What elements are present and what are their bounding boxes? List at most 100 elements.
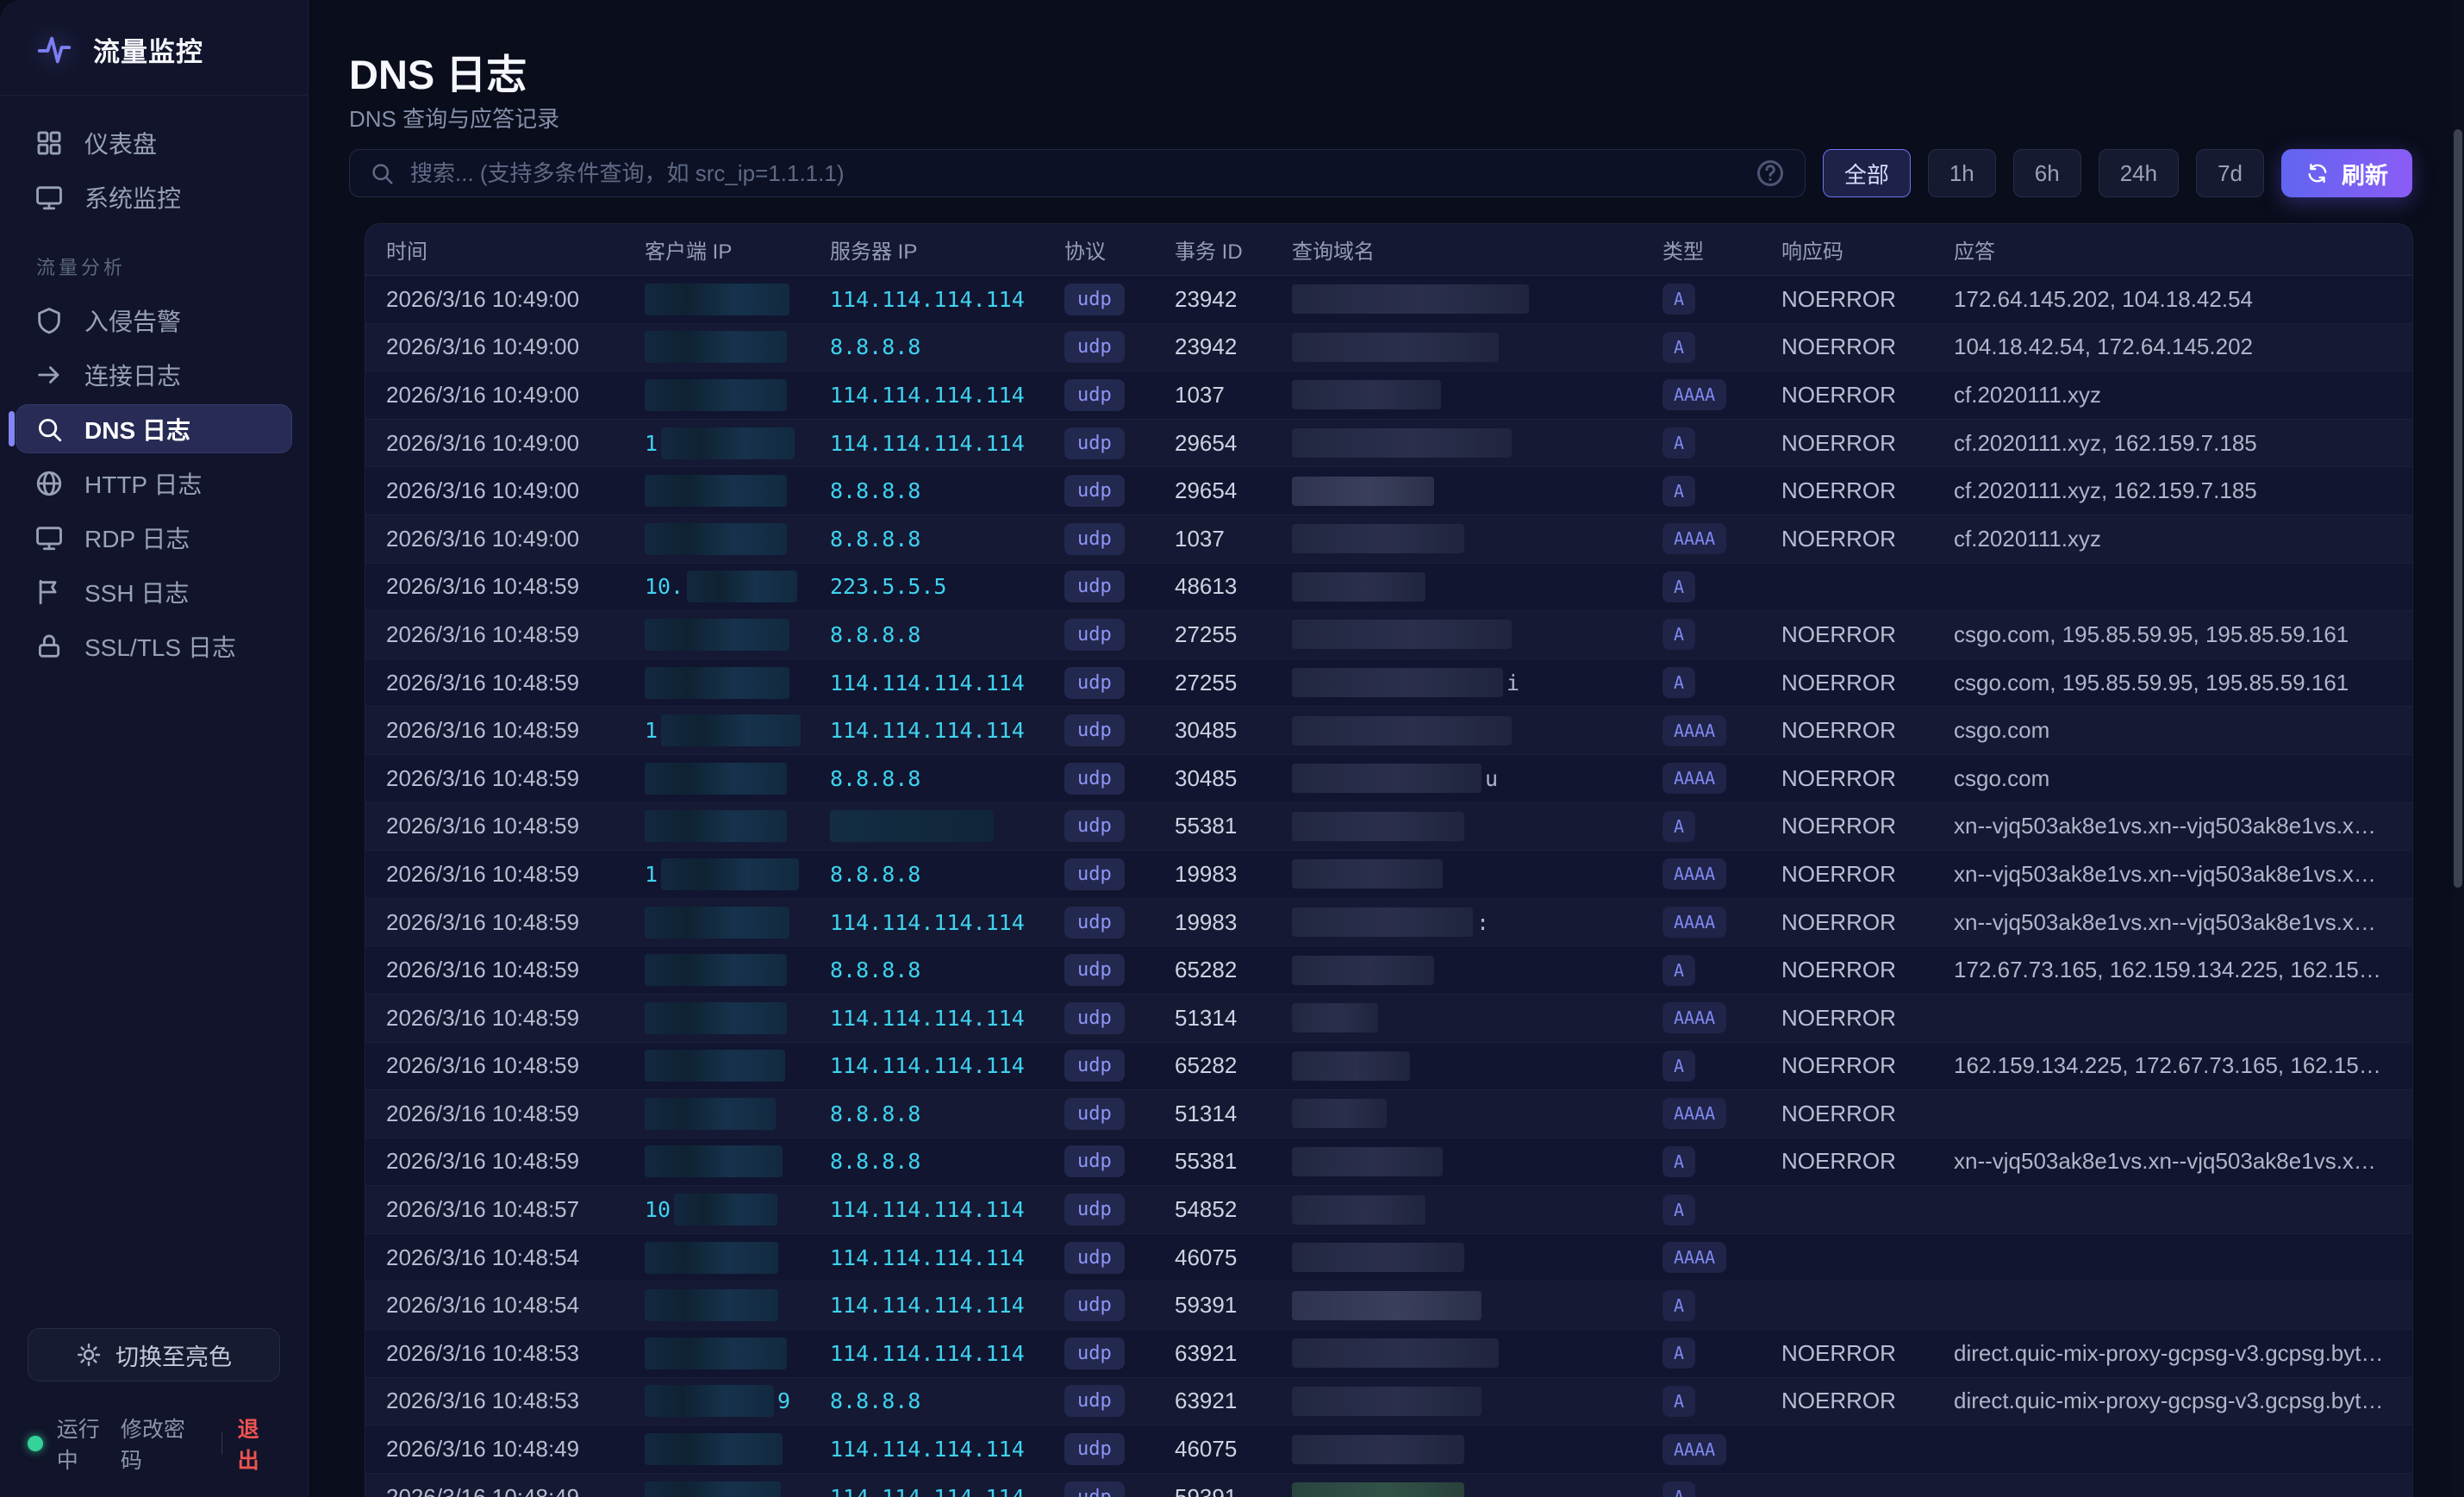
cell-query-domain xyxy=(1292,1195,1662,1225)
cell-record-type: A xyxy=(1662,332,1781,363)
cell-time: 2026/3/16 10:48:59 xyxy=(386,1101,645,1127)
cell-record-type: AAAA xyxy=(1662,1434,1781,1465)
time-filter-全部[interactable]: 全部 xyxy=(1823,149,1911,197)
sidebar-item-label: DNS 日志 xyxy=(84,412,190,446)
cell-record-type: A xyxy=(1662,1194,1781,1226)
protocol-badge: udp xyxy=(1064,571,1125,602)
table-row[interactable]: 2026/3/16 10:49:008.8.8.8udp29654ANOERRO… xyxy=(365,467,2412,515)
table-row[interactable]: 2026/3/16 10:49:001114.114.114.114udp296… xyxy=(365,420,2412,468)
table-row[interactable]: 2026/3/16 10:48:49114.114.114.114udp4607… xyxy=(365,1425,2412,1474)
sidebar-item-http-日志[interactable]: HTTP 日志 xyxy=(16,458,292,508)
scrollbar-thumb[interactable] xyxy=(2454,129,2462,888)
change-password-link[interactable]: 修改密码 xyxy=(121,1413,206,1475)
table-row[interactable]: 2026/3/16 10:48:59udp55381ANOERRORxn--vj… xyxy=(365,803,2412,851)
cell-answer: 172.67.73.165, 162.159.134.225, 162.159.… xyxy=(1954,957,2412,983)
time-filter-24h[interactable]: 24h xyxy=(2099,149,2179,197)
cell-query-domain xyxy=(1292,1482,1662,1497)
cell-server-ip: 114.114.114.114 xyxy=(830,671,1064,695)
cell-protocol: udp xyxy=(1064,1385,1175,1417)
sidebar-item-ssl/tls-日志[interactable]: SSL/TLS 日志 xyxy=(16,621,292,671)
cell-protocol: udp xyxy=(1064,1242,1175,1274)
table-row[interactable]: 2026/3/16 10:48:598.8.8.8udp27255ANOERRO… xyxy=(365,611,2412,659)
record-type-badge: A xyxy=(1662,332,1695,363)
table-row[interactable]: 2026/3/16 10:48:598.8.8.8udp65282ANOERRO… xyxy=(365,946,2412,995)
protocol-badge: udp xyxy=(1064,810,1125,842)
table-row[interactable]: 2026/3/16 10:48:59114.114.114.114udp5131… xyxy=(365,995,2412,1043)
client-ip-redacted xyxy=(645,1145,783,1177)
time-filter-7d[interactable]: 7d xyxy=(2196,149,2264,197)
record-type-badge: A xyxy=(1662,667,1695,698)
table-row[interactable]: 2026/3/16 10:48:598.8.8.8udp51314AAAANOE… xyxy=(365,1090,2412,1138)
cell-record-type: AAAA xyxy=(1662,1242,1781,1273)
table-row[interactable]: 2026/3/16 10:48:5918.8.8.8udp19983AAAANO… xyxy=(365,851,2412,899)
table-row[interactable]: 2026/3/16 10:48:53114.114.114.114udp6392… xyxy=(365,1330,2412,1378)
cell-response-code: NOERROR xyxy=(1781,1052,1954,1079)
client-ip-redacted xyxy=(645,667,789,699)
table-row[interactable]: 2026/3/16 10:48:591114.114.114.114udp304… xyxy=(365,707,2412,755)
protocol-badge: udp xyxy=(1064,714,1125,746)
protocol-badge: udp xyxy=(1064,1194,1125,1226)
page-title: DNS 日志 xyxy=(349,41,527,101)
sidebar-item-入侵告警[interactable]: 入侵告警 xyxy=(16,296,292,345)
sidebar-item-label: SSH 日志 xyxy=(84,575,189,609)
sidebar-item-rdp-日志[interactable]: RDP 日志 xyxy=(16,513,292,562)
table-row[interactable]: 2026/3/16 10:49:00114.114.114.114udp2394… xyxy=(365,276,2412,324)
search-box[interactable] xyxy=(349,149,1806,197)
table-row[interactable]: 2026/3/16 10:49:008.8.8.8udp23942ANOERRO… xyxy=(365,324,2412,372)
table-row[interactable]: 2026/3/16 10:49:008.8.8.8udp1037AAAANOER… xyxy=(365,515,2412,564)
table-row[interactable]: 2026/3/16 10:48:5910.223.5.5.5udp48613A xyxy=(365,564,2412,612)
cell-transaction-id: 55381 xyxy=(1175,1148,1292,1175)
main-content: DNS 日志 DNS 查询与应答记录 全部1h6h24h7d 刷新 时间客户端 … xyxy=(309,0,2464,1497)
table-row[interactable]: 2026/3/16 10:48:5398.8.8.8udp63921ANOERR… xyxy=(365,1378,2412,1426)
sidebar-item-仪表盘[interactable]: 仪表盘 xyxy=(16,118,292,167)
scrollbar-track[interactable] xyxy=(2452,0,2464,1497)
cell-record-type: AAAA xyxy=(1662,1002,1781,1033)
sidebar-item-ssh-日志[interactable]: SSH 日志 xyxy=(16,567,292,616)
time-filter-6h[interactable]: 6h xyxy=(2013,149,2081,197)
search-input[interactable] xyxy=(410,160,1739,187)
protocol-badge: udp xyxy=(1064,331,1125,363)
cell-transaction-id: 19983 xyxy=(1175,909,1292,936)
help-icon[interactable] xyxy=(1755,158,1786,189)
time-filter-1h[interactable]: 1h xyxy=(1928,149,1996,197)
refresh-button[interactable]: 刷新 xyxy=(2281,149,2412,197)
record-type-badge: AAAA xyxy=(1662,523,1726,554)
cell-record-type: A xyxy=(1662,667,1781,698)
cell-time: 2026/3/16 10:48:59 xyxy=(386,670,645,696)
table-row[interactable]: 2026/3/16 10:48:54114.114.114.114udp4607… xyxy=(365,1234,2412,1282)
table-row[interactable]: 2026/3/16 10:48:598.8.8.8udp30485uAAAANO… xyxy=(365,755,2412,803)
record-type-badge: AAAA xyxy=(1662,1002,1726,1033)
theme-toggle-button[interactable]: 切换至亮色 xyxy=(28,1328,280,1382)
table-row[interactable]: 2026/3/16 10:48:59114.114.114.114udp6528… xyxy=(365,1043,2412,1091)
cell-server-ip: 8.8.8.8 xyxy=(830,334,1064,359)
cell-transaction-id: 59391 xyxy=(1175,1484,1292,1497)
query-domain-redacted xyxy=(1292,428,1512,458)
client-ip-redacted xyxy=(661,714,801,746)
cell-answer: xn--vjq503ak8e1vs.xn--vjq503ak8e1vs.xn--… xyxy=(1954,813,2412,839)
table-row[interactable]: 2026/3/16 10:48:49114.114.114.114udp5939… xyxy=(365,1474,2412,1497)
sidebar-item-系统监控[interactable]: 系统监控 xyxy=(16,172,292,221)
cell-time: 2026/3/16 10:48:59 xyxy=(386,717,645,744)
sidebar-item-连接日志[interactable]: 连接日志 xyxy=(16,350,292,399)
sidebar-item-dns-日志[interactable]: DNS 日志 xyxy=(16,404,292,453)
cell-server-ip: 114.114.114.114 xyxy=(830,1293,1064,1318)
client-ip-redacted xyxy=(645,523,787,555)
table-row[interactable]: 2026/3/16 10:48:5710114.114.114.114udp54… xyxy=(365,1186,2412,1234)
cell-server-ip: 223.5.5.5 xyxy=(830,574,1064,599)
cell-query-domain xyxy=(1292,477,1662,506)
table-row[interactable]: 2026/3/16 10:49:00114.114.114.114udp1037… xyxy=(365,371,2412,420)
cell-client-ip xyxy=(645,1242,830,1274)
cell-record-type: A xyxy=(1662,1051,1781,1082)
logout-link[interactable]: 退出 xyxy=(238,1413,280,1475)
cell-time: 2026/3/16 10:49:00 xyxy=(386,382,645,409)
table-row[interactable]: 2026/3/16 10:48:59114.114.114.114udp2725… xyxy=(365,659,2412,708)
table-row[interactable]: 2026/3/16 10:48:59114.114.114.114udp1998… xyxy=(365,899,2412,947)
table-row[interactable]: 2026/3/16 10:48:598.8.8.8udp55381ANOERRO… xyxy=(365,1138,2412,1187)
cell-answer: cf.2020111.xyz, 162.159.7.185 xyxy=(1954,430,2412,457)
cell-client-ip xyxy=(645,619,830,651)
cell-response-code: NOERROR xyxy=(1781,717,1954,744)
cell-response-code: NOERROR xyxy=(1781,1340,1954,1367)
cell-protocol: udp xyxy=(1064,667,1175,699)
protocol-badge: udp xyxy=(1064,427,1125,459)
table-row[interactable]: 2026/3/16 10:48:54114.114.114.114udp5939… xyxy=(365,1282,2412,1330)
